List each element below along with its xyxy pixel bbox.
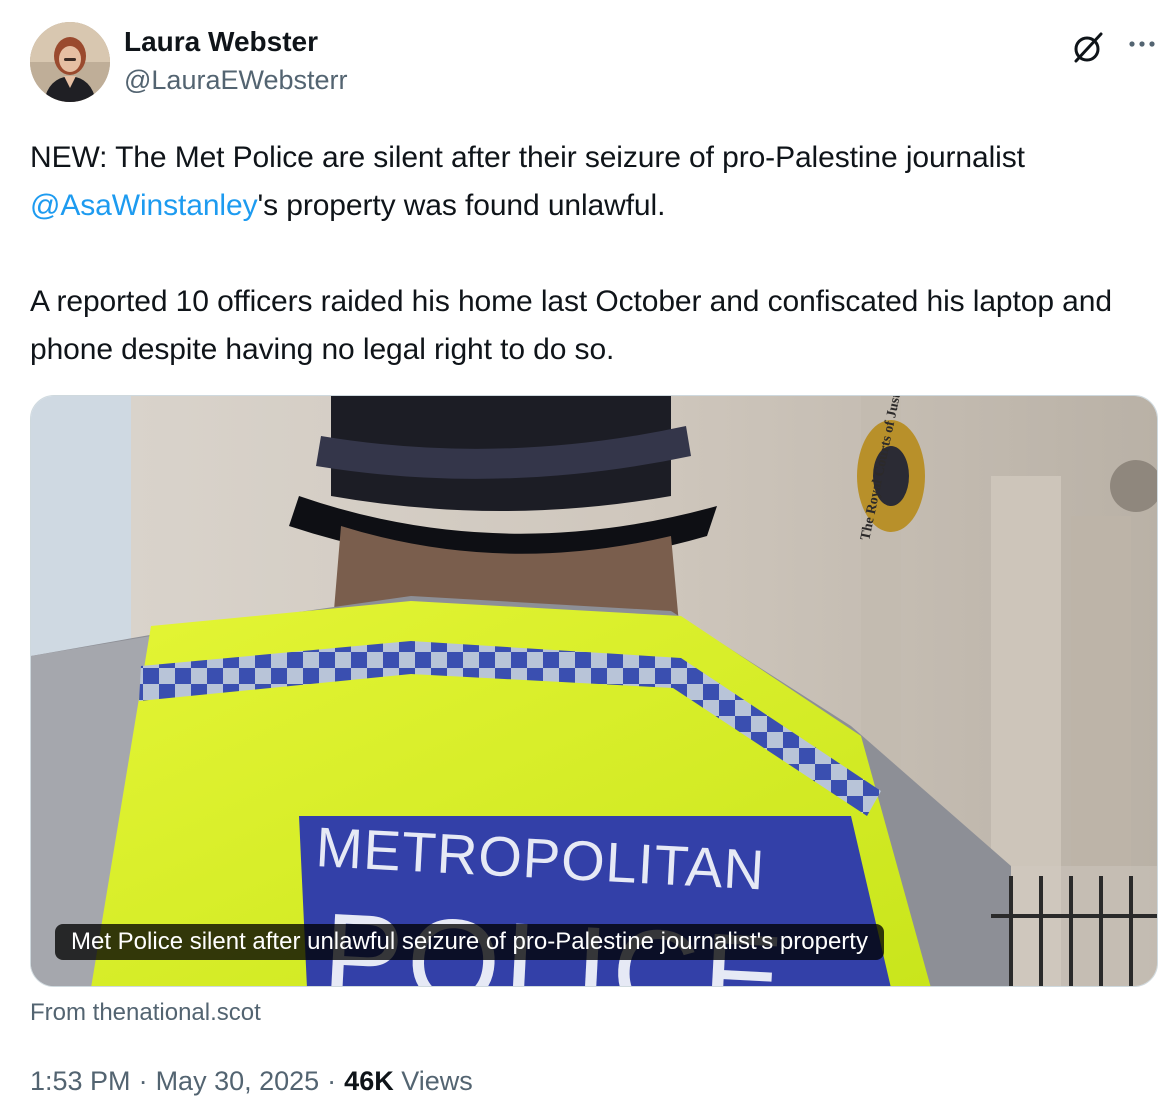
tweet-text-part: NEW: The Met Police are silent after the… — [30, 141, 1025, 174]
tweet: Laura Webster @LauraEWebsterr NEW: The M… — [0, 0, 1176, 1116]
tweet-text-part: 's property was found unlawful. — [257, 189, 666, 222]
grok-icon[interactable] — [1068, 28, 1108, 68]
author-handle[interactable]: @LauraEWebsterr — [124, 64, 348, 96]
views-label[interactable]: Views — [401, 1066, 473, 1096]
card-caption: Met Police silent after unlawful seizure… — [55, 924, 884, 960]
tweet-meta: 1:53 PM · May 30, 2025 · 46K Views — [30, 1063, 473, 1099]
tweet-paragraph-1: NEW: The Met Police are silent after the… — [30, 134, 1154, 230]
tweet-text: NEW: The Met Police are silent after the… — [30, 134, 1154, 374]
mention-link[interactable]: @AsaWinstanley — [30, 189, 258, 222]
avatar-image — [30, 22, 110, 102]
author-name[interactable]: Laura Webster — [124, 26, 318, 58]
card-source[interactable]: From thenational.scot — [30, 997, 261, 1029]
separator: · — [138, 1066, 148, 1096]
tweet-time[interactable]: 1:53 PM — [30, 1066, 131, 1096]
link-card[interactable]: The Royal Courts of Justice METROPOLITAN… — [30, 395, 1158, 987]
card-image: The Royal Courts of Justice METROPOLITAN… — [31, 396, 1157, 986]
tweet-paragraph-2: A reported 10 officers raided his home l… — [30, 285, 1112, 366]
avatar[interactable] — [30, 22, 110, 102]
views-count[interactable]: 46K — [344, 1066, 394, 1096]
tweet-date[interactable]: May 30, 2025 — [156, 1066, 320, 1096]
separator: · — [327, 1066, 337, 1096]
more-icon[interactable] — [1124, 28, 1160, 64]
